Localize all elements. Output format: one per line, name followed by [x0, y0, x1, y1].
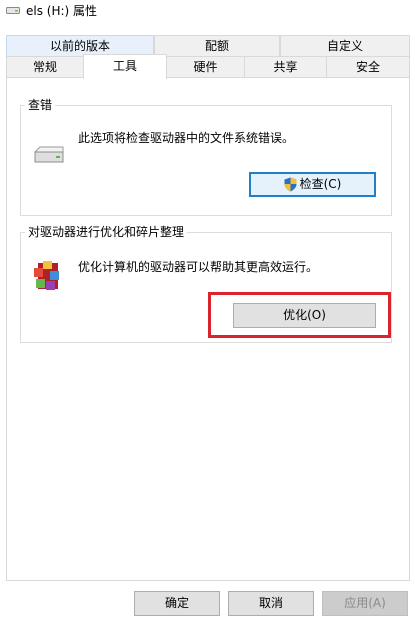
- tab-quota[interactable]: 配额: [154, 35, 280, 56]
- optimize-group: 对驱动器进行优化和碎片整理 优化计算机的驱动器可以帮助其更高效运行。 优化(O): [20, 224, 392, 343]
- optimize-button[interactable]: 优化(O): [233, 303, 376, 328]
- error-checking-title: 查错: [25, 97, 56, 113]
- tools-panel: 查错 此选项将检查驱动器中的文件系统错误。 检查(C) 对驱动器进行优化和碎片整…: [6, 77, 410, 581]
- tab-previous-versions[interactable]: 以前的版本: [6, 35, 154, 56]
- ok-button[interactable]: 确定: [134, 591, 220, 616]
- tab-security[interactable]: 安全: [326, 56, 410, 77]
- tab-hardware[interactable]: 硬件: [166, 56, 245, 77]
- tab-customize[interactable]: 自定义: [280, 35, 410, 56]
- tab-row-top: 以前的版本 配额 自定义: [6, 35, 410, 56]
- cancel-button[interactable]: 取消: [228, 591, 314, 616]
- uac-shield-icon: [284, 177, 297, 192]
- error-checking-group: 查错 此选项将检查驱动器中的文件系统错误。 检查(C): [20, 97, 392, 216]
- error-checking-description: 此选项将检查驱动器中的文件系统错误。: [78, 131, 295, 145]
- tab-general[interactable]: 常规: [6, 56, 84, 77]
- tab-sharing[interactable]: 共享: [244, 56, 327, 77]
- drive-icon: [6, 7, 20, 14]
- window-title: els (H:) 属性: [26, 4, 98, 18]
- hard-drive-icon: [34, 146, 64, 163]
- title-bar: els (H:) 属性: [0, 0, 415, 22]
- defrag-icon: [34, 261, 59, 290]
- tab-tools[interactable]: 工具: [83, 54, 167, 79]
- check-button[interactable]: 检查(C): [249, 172, 376, 197]
- optimize-title: 对驱动器进行优化和碎片整理: [25, 224, 188, 240]
- apply-button[interactable]: 应用(A): [322, 591, 408, 616]
- tab-row-bottom: 常规 工具 硬件 共享 安全: [6, 54, 410, 79]
- check-button-label: 检查(C): [299, 177, 342, 191]
- optimize-description: 优化计算机的驱动器可以帮助其更高效运行。: [78, 260, 319, 274]
